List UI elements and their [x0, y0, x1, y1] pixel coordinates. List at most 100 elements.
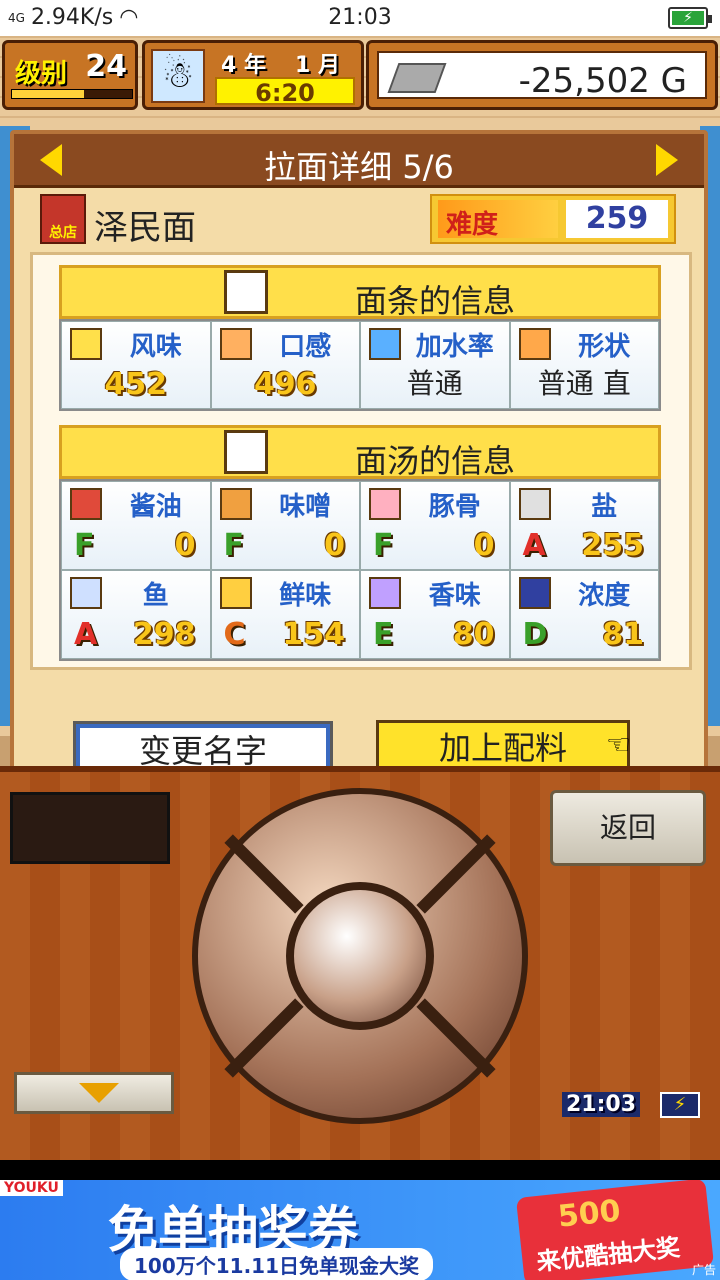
money-box: -25,502 G	[366, 40, 718, 110]
level-progress-bar	[11, 89, 133, 99]
soup-stat-name: 豚骨	[428, 492, 481, 522]
scroll-down-button[interactable]	[14, 1072, 174, 1114]
ad-coupon: 500 来优酷抽大奖	[515, 1180, 715, 1280]
soup-grade: A	[74, 617, 98, 652]
soup-stat-icon	[518, 488, 551, 520]
date-box: ☃ 4 年 1 月 6:20	[142, 40, 364, 110]
soup-grade: F	[223, 528, 245, 563]
panel-title: 拉面详细 5/6	[264, 148, 454, 186]
date-month: 1 月	[295, 53, 340, 78]
noodle-stat-value: 普通 直	[537, 367, 631, 400]
dpad-center-button[interactable]	[286, 882, 434, 1030]
soup-stat-value: 0	[174, 528, 196, 563]
battery-icon: ⚡	[668, 7, 712, 29]
noodle-stat-value: 452	[104, 367, 168, 402]
down-arrow-icon	[79, 1083, 119, 1103]
soup-grade: E	[373, 617, 394, 652]
soup-stat-cell: 鱼 A 298	[61, 570, 211, 659]
ad-tag: 广告	[691, 1263, 716, 1277]
soup-stat-icon	[219, 488, 252, 520]
level-label: 级别	[15, 59, 68, 89]
soup-section-header: 面汤的信息	[59, 425, 661, 480]
status-time: 21:03	[328, 5, 392, 30]
ad-brand: YOUKU	[0, 1180, 63, 1196]
ramen-name: 泽民面	[94, 208, 196, 248]
soup-stat-cell: 酱油 F 0	[61, 481, 211, 570]
status-bar: 4G 2.94K/s ◠ 21:03 ⚡	[0, 0, 720, 36]
soup-stat-value: 80	[452, 617, 495, 652]
soup-stat-icon	[70, 488, 102, 520]
game-screen: 级别 24 ☃ 4 年 1 月 6:20 -25,502 G 拉面详细 5/6 …	[0, 36, 720, 1160]
date-year: 4 年	[221, 53, 266, 78]
noodle-stat-cell: 口感 496	[210, 321, 360, 409]
shop-icon: 总店	[40, 194, 86, 244]
control-pad-area: 返回 21:03 ⚡	[0, 766, 720, 1160]
soup-stat-icon	[518, 577, 551, 609]
noodle-stat-name: 加水率	[415, 332, 494, 362]
soup-stat-value: 0	[324, 528, 345, 563]
soup-info-grid: 酱油 F 0 味噌 F 0 豚骨 F 0 盐 A 255 鱼 A 298 鲜味 C 154 香味 E 80 浓度 D 81	[59, 479, 661, 661]
soup-stat-name: 香味	[428, 581, 481, 611]
soup-stat-cell: 味噌 F 0	[210, 481, 360, 570]
noodle-stat-value: 496	[253, 367, 317, 402]
noodle-stat-cell: 形状普通 直	[509, 321, 659, 409]
noodle-stat-cell: 加水率普通	[360, 321, 510, 409]
noodle-info-grid: 风味 452 口感 496 加水率 普通 形状 普通 直	[59, 319, 661, 411]
soup-stat-name: 鱼	[142, 581, 169, 611]
difficulty-box: 难度 259	[430, 194, 676, 244]
pointing-hand-icon: ☜	[606, 728, 632, 761]
noodle-stat-cell: 风味 452	[61, 321, 211, 409]
info-area: 面条的信息 风味 452 口感 496 加水率 普通 形状 普通 直 面汤的信息 酱油 F 0 味噌…	[30, 252, 692, 670]
difficulty-label: 难度	[438, 200, 558, 240]
soup-stat-cell: 豚骨 F 0	[360, 481, 510, 570]
ad-banner[interactable]: YOUKU 免单抽奖券 100万个11.11日免单现金大奖 500 来优酷抽大奖…	[0, 1180, 720, 1280]
soup-stat-cell: 盐 A 255	[509, 481, 659, 570]
soup-grade: C	[223, 617, 246, 652]
money-bill-icon	[387, 63, 447, 93]
directional-pad[interactable]	[192, 788, 528, 1124]
noodle-stat-name: 口感	[279, 332, 332, 362]
next-arrow-icon[interactable]	[656, 144, 678, 176]
soup-stat-value: 0	[473, 528, 495, 563]
soup-stat-icon	[369, 488, 401, 520]
soup-grade: A	[522, 528, 546, 563]
panel-header: 拉面详细 5/6	[14, 134, 704, 188]
soup-stat-name: 浓度	[578, 581, 631, 611]
money-value: -25,502 G	[518, 61, 687, 101]
soup-stat-cell: 香味 E 80	[360, 570, 510, 659]
date-time: 6:20	[215, 77, 355, 107]
soup-stat-icon	[70, 577, 102, 609]
soup-stat-value: 298	[132, 617, 196, 652]
noodle-section-header: 面条的信息	[59, 265, 661, 320]
soup-stat-name: 味噌	[279, 492, 332, 522]
soup-stat-value: 255	[581, 528, 644, 563]
soup-stat-cell: 浓度 D 81	[509, 570, 659, 659]
soup-grade: F	[74, 528, 95, 563]
noodle-stat-name: 形状	[578, 332, 631, 362]
soup-grade: F	[373, 528, 394, 563]
ad-subtitle: 100万个11.11日免单现金大奖	[120, 1248, 434, 1280]
soup-grade: D	[522, 617, 548, 652]
soup-stat-name: 鲜味	[279, 581, 332, 611]
soup-stat-icon	[369, 577, 401, 609]
back-button[interactable]: 返回	[550, 790, 706, 866]
ramen-detail-panel: 拉面详细 5/6 总店 泽民面 难度 259 面条的信息 风味 452 口感 496 加…	[10, 130, 708, 781]
difficulty-value: 259	[566, 200, 668, 238]
soup-stat-name: 盐	[591, 492, 618, 522]
soup-stat-name: 酱油	[129, 492, 182, 522]
soup-stat-value: 81	[602, 617, 644, 652]
noodle-stat-icon	[518, 328, 551, 360]
level-value: 24	[85, 49, 127, 84]
noodle-stat-value: 普通	[406, 367, 463, 400]
snowman-icon: ☃	[151, 49, 205, 103]
noodle-stat-icon	[70, 328, 102, 360]
battery-icon: ⚡	[660, 1092, 700, 1118]
noodle-stat-icon	[219, 328, 252, 360]
soup-stat-cell: 鲜味 C 154	[210, 570, 360, 659]
game-clock: 21:03	[562, 1092, 641, 1117]
level-box: 级别 24	[2, 40, 138, 110]
mini-screen	[10, 792, 170, 864]
noodle-stat-name: 风味	[129, 332, 182, 362]
noodle-stat-icon	[369, 328, 401, 360]
soup-stat-value: 154	[282, 617, 345, 652]
